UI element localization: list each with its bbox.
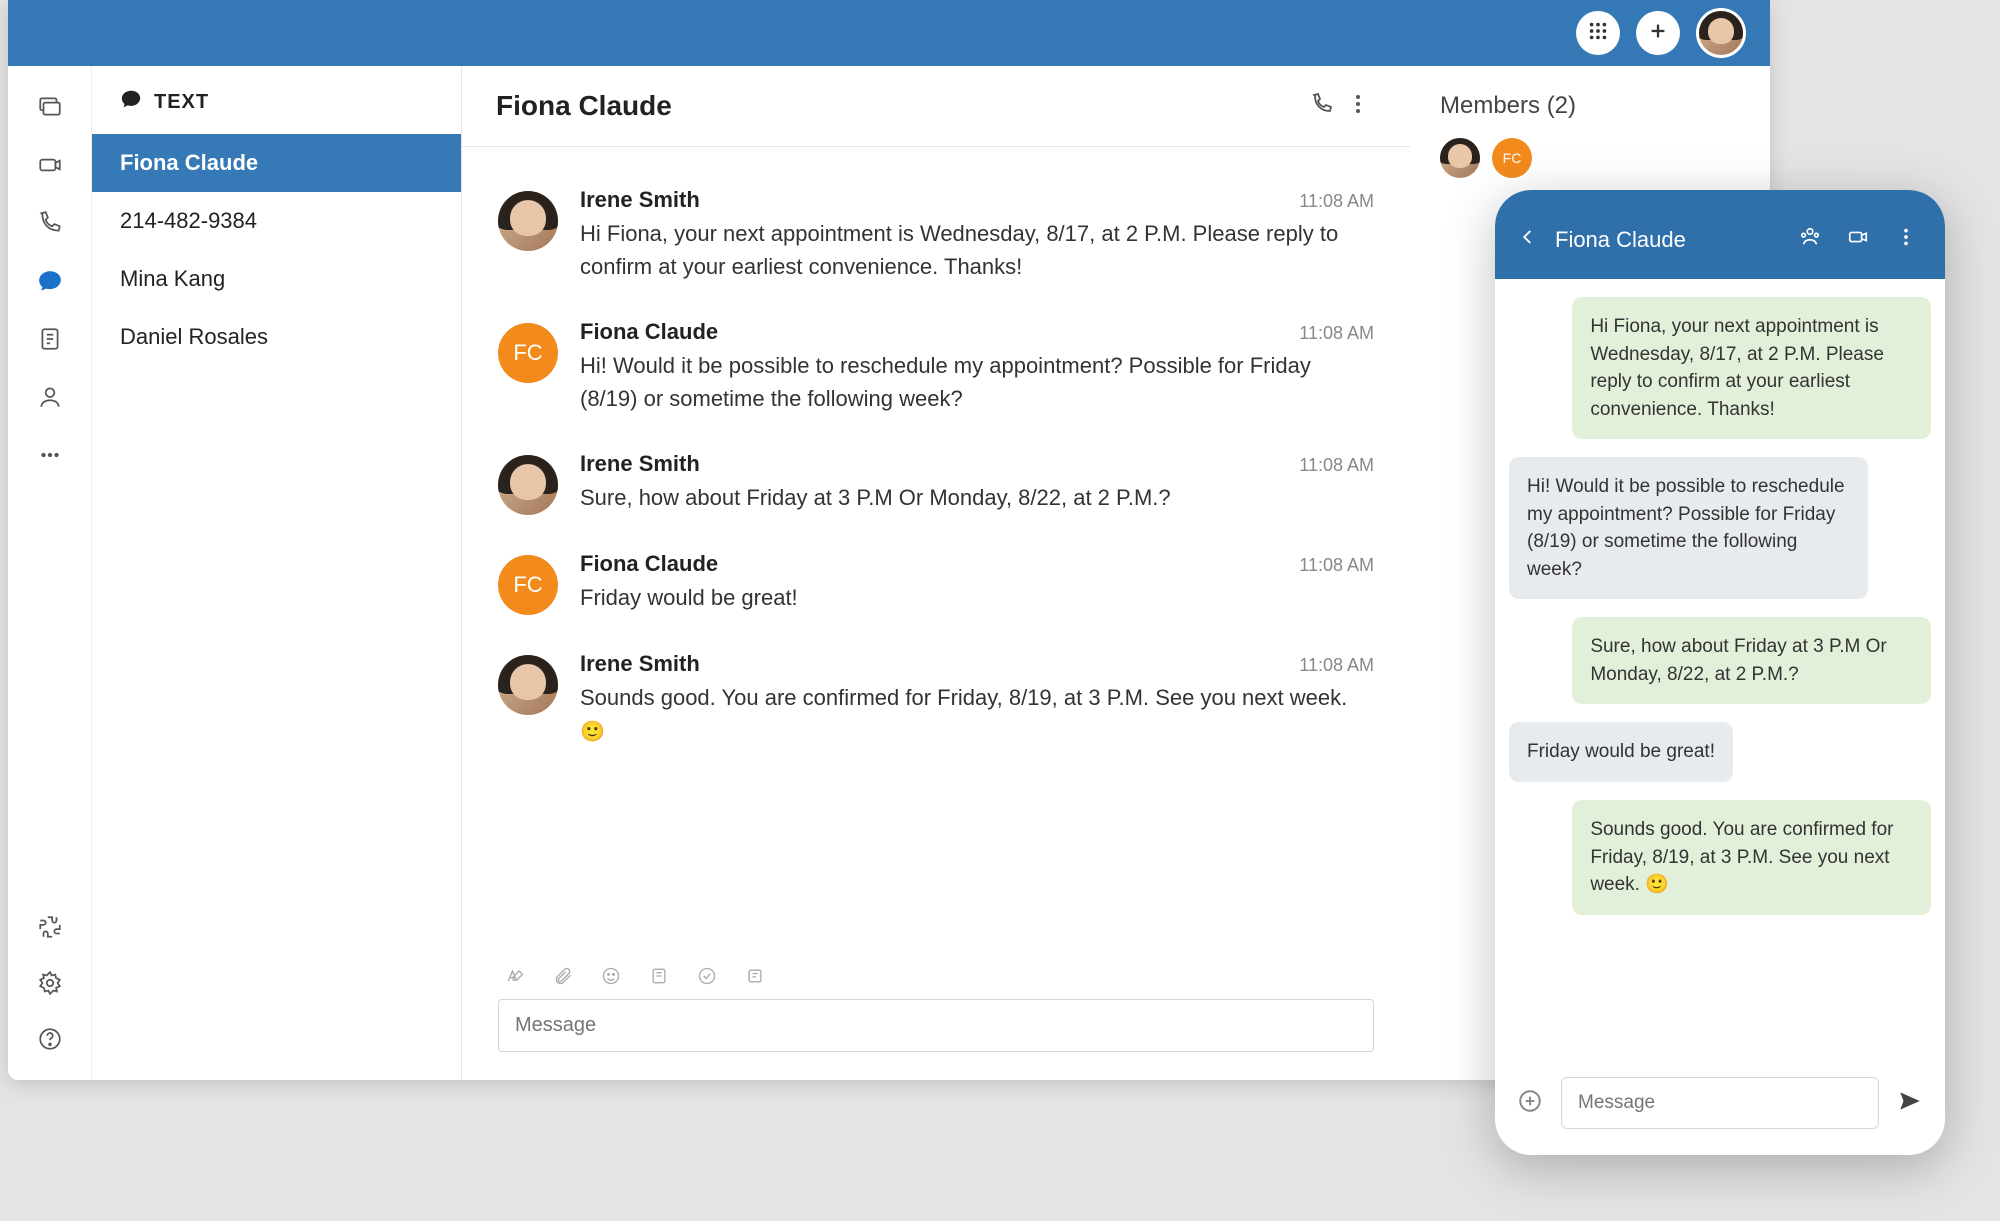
message-input[interactable]	[498, 999, 1374, 1052]
emoji-icon[interactable]	[600, 965, 622, 987]
nav-rail	[8, 66, 92, 1080]
members-list: FC	[1440, 138, 1740, 178]
chevron-left-icon	[1519, 233, 1537, 250]
more-vertical-icon	[1346, 92, 1370, 121]
mobile-send-button[interactable]	[1895, 1088, 1925, 1118]
mobile-device: Fiona Claude Hi Fiona, your next appoint…	[1495, 190, 1945, 1155]
nav-video-icon[interactable]	[35, 150, 65, 180]
dialpad-icon	[1587, 20, 1609, 47]
mobile-members-button[interactable]	[1795, 222, 1825, 257]
phone-icon	[1310, 92, 1334, 121]
mobile-bubble: Hi Fiona, your next appointment is Wedne…	[1572, 297, 1931, 439]
mobile-title: Fiona Claude	[1555, 227, 1777, 253]
chat-header: Fiona Claude	[462, 66, 1410, 147]
profile-avatar[interactable]	[1696, 8, 1746, 58]
mobile-bubble: Hi! Would it be possible to reschedule m…	[1509, 457, 1868, 599]
message-text: Hi! Would it be possible to reschedule m…	[580, 349, 1360, 415]
message-sender: Fiona Claude	[580, 319, 718, 345]
nav-settings-icon[interactable]	[35, 968, 65, 998]
attach-icon[interactable]	[552, 965, 574, 987]
members-title: Members (2)	[1440, 92, 1740, 120]
conversation-item[interactable]: Daniel Rosales	[92, 308, 461, 366]
send-icon	[1897, 1088, 1923, 1119]
message-time: 11:08 AM	[1299, 655, 1374, 676]
nav-notes-icon[interactable]	[35, 324, 65, 354]
nav-message-icon[interactable]	[35, 92, 65, 122]
member-avatar[interactable]	[1440, 138, 1480, 178]
conversation-item[interactable]: 214-482-9384	[92, 192, 461, 250]
message-row: Irene Smith 11:08 AM Hi Fiona, your next a…	[498, 187, 1374, 283]
nav-phone-icon[interactable]	[35, 208, 65, 238]
member-avatar[interactable]: FC	[1492, 138, 1532, 178]
plus-icon	[1647, 20, 1669, 47]
message-row: Irene Smith 11:08 AM Sounds good. You are …	[498, 651, 1374, 747]
mobile-message-input[interactable]	[1561, 1077, 1879, 1129]
sidebar-header: TEXT	[92, 66, 461, 134]
add-button[interactable]	[1636, 11, 1680, 55]
video-icon	[1847, 235, 1869, 252]
conversation-sidebar: TEXT Fiona Claude214-482-9384Mina KangDa…	[92, 66, 462, 1080]
sidebar-section-label: TEXT	[154, 91, 209, 114]
task-icon[interactable]	[696, 965, 718, 987]
message-time: 11:08 AM	[1299, 323, 1374, 344]
mobile-bubble: Friday would be great!	[1509, 722, 1733, 782]
nav-contacts-icon[interactable]	[35, 382, 65, 412]
message-sender: Irene Smith	[580, 187, 700, 213]
message-sender: Fiona Claude	[580, 551, 718, 577]
chat-pane: Fiona Claude Irene Smith 11:08 AM Hi Fiona…	[462, 66, 1410, 1080]
mobile-composer	[1495, 1061, 1945, 1155]
mobile-add-button[interactable]	[1515, 1088, 1545, 1118]
message-text: Sure, how about Friday at 3 P.M Or Monda…	[580, 481, 1360, 514]
nav-more-icon[interactable]	[35, 440, 65, 470]
message-avatar: FC	[498, 555, 558, 615]
message-avatar: FC	[498, 323, 558, 383]
nav-extension-icon[interactable]	[35, 912, 65, 942]
message-time: 11:08 AM	[1299, 191, 1374, 212]
message-avatar	[498, 655, 558, 715]
conversation-item[interactable]: Fiona Claude	[92, 134, 461, 192]
snippet-icon[interactable]	[744, 965, 766, 987]
message-time: 11:08 AM	[1299, 555, 1374, 576]
message-sender: Irene Smith	[580, 451, 700, 477]
message-text: Sounds good. You are confirmed for Frida…	[580, 681, 1360, 747]
mobile-messages: Hi Fiona, your next appointment is Wedne…	[1495, 279, 1945, 1061]
dialpad-button[interactable]	[1576, 11, 1620, 55]
message-time: 11:08 AM	[1299, 455, 1374, 476]
more-vertical-icon	[1895, 235, 1917, 252]
mobile-bubble: Sure, how about Friday at 3 P.M Or Monda…	[1572, 617, 1931, 704]
message-avatar	[498, 191, 558, 251]
nav-chat-icon[interactable]	[35, 266, 65, 296]
composer-toolbar	[498, 957, 1374, 999]
topbar	[8, 0, 1770, 66]
mobile-header: Fiona Claude	[1495, 190, 1945, 279]
format-icon[interactable]	[504, 965, 526, 987]
people-icon	[1799, 235, 1821, 252]
message-text: Hi Fiona, your next appointment is Wedne…	[580, 217, 1360, 283]
message-row: Irene Smith 11:08 AM Sure, how about Frida…	[498, 451, 1374, 515]
message-row: FC Fiona Claude 11:08 AM Friday would be gr…	[498, 551, 1374, 615]
chat-bubble-icon	[120, 88, 142, 116]
mobile-bubble: Sounds good. You are confirmed for Frida…	[1572, 800, 1931, 915]
message-avatar	[498, 455, 558, 515]
mobile-video-button[interactable]	[1843, 222, 1873, 257]
nav-help-icon[interactable]	[35, 1024, 65, 1054]
conversation-item[interactable]: Mina Kang	[92, 250, 461, 308]
message-text: Friday would be great!	[580, 581, 1360, 614]
composer	[462, 957, 1410, 1080]
messages-list: Irene Smith 11:08 AM Hi Fiona, your next a…	[462, 147, 1410, 957]
plus-circle-icon	[1517, 1088, 1543, 1119]
message-row: FC Fiona Claude 11:08 AM Hi! Would it be po…	[498, 319, 1374, 415]
chat-title: Fiona Claude	[496, 90, 1304, 122]
back-button[interactable]	[1519, 228, 1537, 251]
message-sender: Irene Smith	[580, 651, 700, 677]
mobile-more-button[interactable]	[1891, 222, 1921, 257]
note-icon[interactable]	[648, 965, 670, 987]
chat-more-button[interactable]	[1340, 88, 1376, 124]
call-button[interactable]	[1304, 88, 1340, 124]
